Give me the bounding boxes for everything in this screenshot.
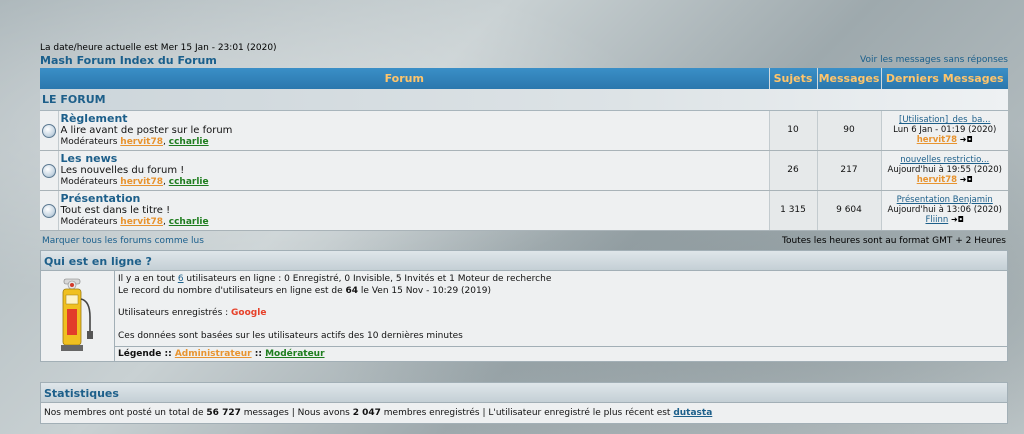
forum-status-icon — [41, 163, 56, 178]
last-post-topic-link[interactable]: nouvelles restrictio... — [900, 155, 989, 165]
forum-description: Tout est dans le titre ! — [60, 204, 171, 216]
forum-posts-count: 9 604 — [817, 190, 882, 231]
online-users-line: Il y a en tout 6 utilisateurs en ligne :… — [118, 274, 552, 284]
legend: Légende :: Administrateur :: Modérateur — [118, 349, 325, 359]
moderators-label: Modérateurs — [60, 176, 118, 187]
newest-member-link[interactable]: dutasta — [673, 408, 712, 418]
forum-table: Forum Sujets Messages Derniers Messages … — [40, 68, 1008, 231]
forum-topics-count: 10 — [769, 110, 818, 151]
statistics-text: Nos membres ont posté un total de 56 727… — [40, 402, 1008, 424]
category-row: LE FORUM — [40, 89, 1008, 111]
legend-admin: Administrateur — [174, 349, 252, 359]
last-post-topic-link[interactable]: Présentation Benjamin — [897, 195, 993, 205]
last-post-date: Lun 6 Jan - 01:19 (2020) — [893, 125, 997, 135]
forum-status-icon — [41, 123, 56, 138]
legend-moderator: Modérateur — [265, 349, 325, 359]
forum-status-icon — [41, 203, 56, 218]
last-post-date: Aujourd'hui à 13:06 (2020) — [887, 205, 1002, 215]
goto-last-post-icon[interactable]: ➜◘ — [960, 135, 973, 144]
timezone-note: Toutes les heures sont au format GMT + 2… — [782, 236, 1006, 246]
forum-last-post: Présentation Benjamin Aujourd'hui à 13:0… — [881, 190, 1008, 231]
last-post-date: Aujourd'hui à 19:55 (2020) — [887, 165, 1002, 175]
gas-pump-logo — [41, 271, 115, 361]
statistics-box: Statistiques Nos membres ont posté un to… — [40, 382, 1008, 424]
online-info-line: Ces données sont basées sur les utilisat… — [118, 330, 463, 341]
moderator-link[interactable]: ccharlie — [169, 137, 209, 147]
forum-topics-count: 26 — [769, 150, 818, 191]
col-last-posts: Derniers Messages — [881, 68, 1008, 89]
moderator-link[interactable]: hervit78 — [120, 177, 163, 187]
table-header: Forum Sujets Messages Derniers Messages — [40, 68, 1008, 89]
col-forum: Forum — [40, 68, 770, 89]
online-record-line: Le record du nombre d'utilisateurs en li… — [118, 285, 491, 296]
statistics-title: Statistiques — [40, 382, 1008, 402]
who-is-online-title[interactable]: Qui est en ligne ? — [40, 250, 1008, 270]
who-is-online-text: Il y a en tout 6 utilisateurs en ligne :… — [115, 271, 1007, 361]
moderator-link[interactable]: ccharlie — [169, 177, 209, 187]
moderators-label: Modérateurs — [60, 216, 118, 227]
forum-last-post: nouvelles restrictio... Aujourd'hui à 19… — [881, 150, 1008, 191]
moderator-link[interactable]: hervit78 — [120, 217, 163, 227]
last-post-topic-link[interactable]: [Utilisation]_des_ba... — [899, 115, 990, 125]
last-post-user-link[interactable]: Fliinn — [926, 215, 949, 225]
total-posts: 56 727 — [206, 408, 241, 418]
registered-users-line: Utilisateurs enregistrés : Google — [118, 308, 267, 318]
forum-moderators: Modérateurs hervit78, ccharlie — [60, 136, 209, 147]
moderators-label: Modérateurs — [60, 136, 118, 147]
forum-row: Présentation Tout est dans le titre ! Mo… — [40, 190, 1008, 231]
current-datetime: La date/heure actuelle est Mer 15 Jan - … — [40, 43, 277, 53]
forum-last-post: [Utilisation]_des_ba... Lun 6 Jan - 01:1… — [881, 110, 1008, 151]
total-members: 2 047 — [352, 408, 381, 418]
forum-row: Les news Les nouvelles du forum ! Modéra… — [40, 150, 1008, 191]
forum-posts-count: 90 — [817, 110, 882, 151]
last-post-user-link[interactable]: hervit78 — [917, 175, 957, 185]
forum-description: A lire avant de poster sur le forum — [60, 124, 233, 136]
col-posts: Messages — [817, 68, 882, 89]
forum-index-link[interactable]: Mash Forum Index du Forum — [40, 54, 217, 67]
who-is-online-box: Qui est en ligne ? Il y a en tout 6 util… — [40, 250, 1008, 362]
registered-user-google: Google — [231, 308, 267, 318]
mark-all-read-link[interactable]: Marquer tous les forums comme lus — [42, 236, 204, 246]
forum-name-link[interactable]: Présentation — [61, 192, 769, 205]
forum-name-link[interactable]: Les news — [61, 152, 769, 165]
who-is-online-body: Il y a en tout 6 utilisateurs en ligne :… — [40, 270, 1008, 362]
col-topics: Sujets — [769, 68, 818, 89]
category-title[interactable]: LE FORUM — [40, 93, 106, 106]
moderator-link[interactable]: hervit78 — [120, 137, 163, 147]
forum-row: Règlement A lire avant de poster sur le … — [40, 110, 1008, 151]
forum-description: Les nouvelles du forum ! — [60, 164, 185, 176]
forum-name-link[interactable]: Règlement — [61, 112, 769, 125]
goto-last-post-icon[interactable]: ➜◘ — [951, 215, 964, 224]
goto-last-post-icon[interactable]: ➜◘ — [960, 175, 973, 184]
unanswered-posts-link[interactable]: Voir les messages sans réponses — [860, 55, 1008, 65]
forum-posts-count: 217 — [817, 150, 882, 191]
moderator-link[interactable]: ccharlie — [169, 217, 209, 227]
forum-moderators: Modérateurs hervit78, ccharlie — [60, 216, 209, 227]
forum-topics-count: 1 315 — [769, 190, 818, 231]
last-post-user-link[interactable]: hervit78 — [917, 135, 957, 145]
forum-moderators: Modérateurs hervit78, ccharlie — [60, 176, 209, 187]
